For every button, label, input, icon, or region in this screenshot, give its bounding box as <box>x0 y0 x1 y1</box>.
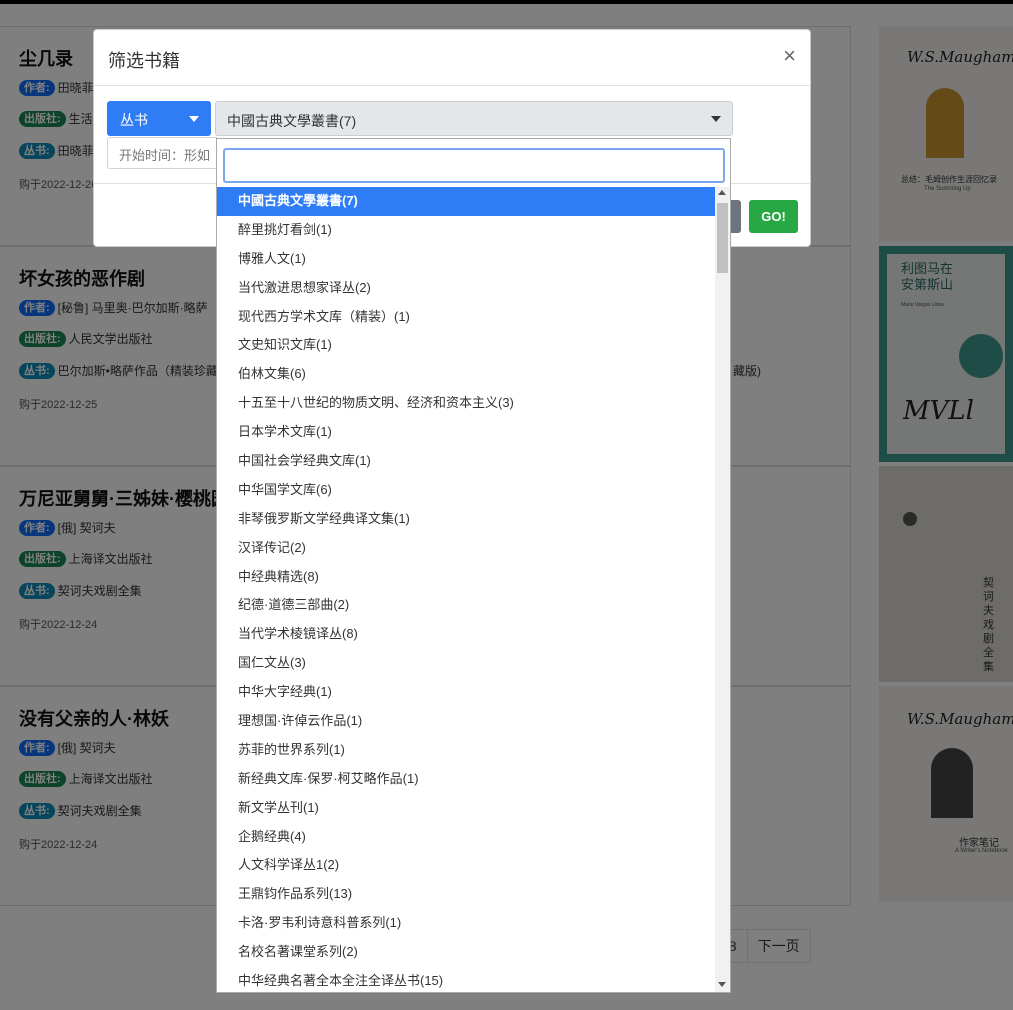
secondary-button[interactable] <box>731 200 741 233</box>
dropdown-option[interactable]: 中经典精选(8) <box>217 563 715 592</box>
dropdown-option[interactable]: 十五至十八世纪的物质文明、经济和资本主义(3) <box>217 389 715 418</box>
dropdown-option[interactable]: 中华大字经典(1) <box>217 678 715 707</box>
dropdown-option[interactable]: 日本学术文库(1) <box>217 418 715 447</box>
dropdown-option[interactable]: 王鼎钧作品系列(13) <box>217 880 715 909</box>
go-button[interactable]: GO! <box>749 200 798 233</box>
modal-header: 筛选书籍 × <box>94 30 810 86</box>
dropdown-option[interactable]: 现代西方学术文库（精装）(1) <box>217 303 715 332</box>
dropdown-option[interactable]: 新文学丛刊(1) <box>217 794 715 823</box>
dropdown-option[interactable]: 醉里挑灯看剑(1) <box>217 216 715 245</box>
dropdown-option[interactable]: 中国社会学经典文库(1) <box>217 447 715 476</box>
dropdown-option[interactable]: 当代激进思想家译丛(2) <box>217 274 715 303</box>
dropdown-option[interactable]: 伯林文集(6) <box>217 360 715 389</box>
dropdown-options: 中國古典文學叢書(7) 醉里挑灯看剑(1) 博雅人文(1) 当代激进思想家译丛(2) 现… <box>217 187 715 992</box>
dropdown-option[interactable]: 理想国·许倬云作品(1) <box>217 707 715 736</box>
dropdown-option[interactable]: 企鹅经典(4) <box>217 823 715 852</box>
series-select-value: 中國古典文學叢書(7) <box>227 113 357 129</box>
dropdown-option[interactable]: 新经典文库·保罗·柯艾略作品(1) <box>217 765 715 794</box>
dropdown-option[interactable]: 纪德·道德三部曲(2) <box>217 591 715 620</box>
dropdown-option-selected[interactable]: 中國古典文學叢書(7) <box>217 187 715 216</box>
caret-down-icon <box>711 116 721 122</box>
dropdown-option[interactable]: 博雅人文(1) <box>217 245 715 274</box>
start-time-input[interactable]: 开始时间：形如 <box>107 137 219 169</box>
dropdown-search-input[interactable] <box>223 148 725 183</box>
dropdown-option[interactable]: 国仁文丛(3) <box>217 649 715 678</box>
dropdown-scrollbar[interactable] <box>715 187 730 992</box>
close-icon[interactable]: × <box>783 44 796 68</box>
dropdown-option[interactable]: 苏菲的世界系列(1) <box>217 736 715 765</box>
scroll-up-arrow-icon[interactable] <box>718 190 726 195</box>
dropdown-option[interactable]: 中华经典名著全本全注全译丛书(15) <box>217 967 715 992</box>
dropdown-option[interactable]: 文史知识文库(1) <box>217 331 715 360</box>
series-dropdown: 中國古典文學叢書(7) 醉里挑灯看剑(1) 博雅人文(1) 当代激进思想家译丛(2) 现… <box>216 138 731 993</box>
dropdown-option[interactable]: 当代学术棱镜译丛(8) <box>217 620 715 649</box>
dropdown-option[interactable]: 汉译传记(2) <box>217 534 715 563</box>
scroll-down-arrow-icon[interactable] <box>718 982 726 987</box>
modal-title: 筛选书籍 <box>108 51 180 71</box>
dropdown-option[interactable]: 非琴俄罗斯文学经典译文集(1) <box>217 505 715 534</box>
series-select[interactable]: 中國古典文學叢書(7) <box>215 101 733 136</box>
caret-down-icon <box>189 116 199 122</box>
dropdown-option[interactable]: 卡洛·罗韦利诗意科普系列(1) <box>217 909 715 938</box>
dropdown-option[interactable]: 名校名著课堂系列(2) <box>217 938 715 967</box>
scroll-thumb[interactable] <box>717 203 728 273</box>
filter-type-dropdown[interactable]: 丛书 <box>107 101 211 136</box>
filter-type-label: 丛书 <box>120 112 148 128</box>
dropdown-option[interactable]: 中华国学文库(6) <box>217 476 715 505</box>
dropdown-option[interactable]: 人文科学译丛1(2) <box>217 851 715 880</box>
